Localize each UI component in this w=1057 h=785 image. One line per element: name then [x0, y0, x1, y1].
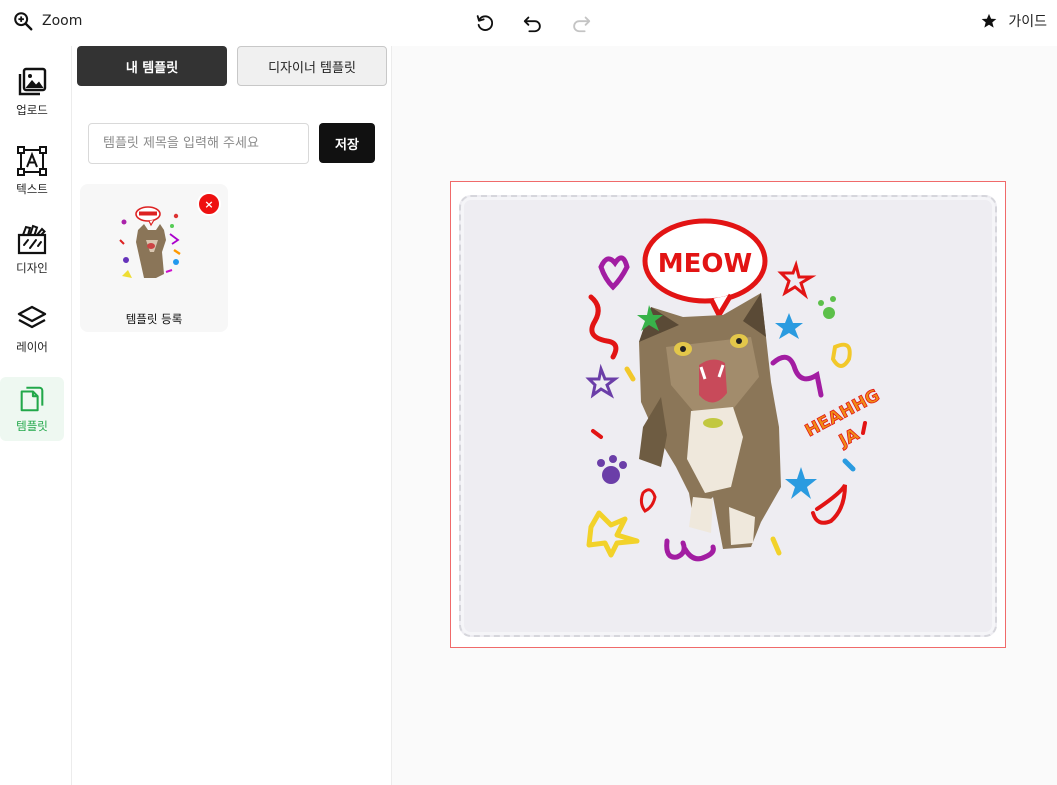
tab-designer-templates[interactable]: 디자이너 템플릿: [237, 46, 387, 86]
template-document-icon: [20, 386, 44, 412]
cat-illustration: [639, 293, 781, 549]
undo-icon: [523, 16, 541, 33]
guide-label: 가이드: [1008, 14, 1047, 30]
text-frame-icon: [17, 146, 47, 176]
sidebar-item-label: 레이어: [16, 340, 48, 354]
reset-icon: [476, 15, 494, 31]
sidebar-item-text[interactable]: 텍스트: [0, 139, 64, 203]
zoom-in-icon: [14, 12, 33, 31]
sidebar-item-layer[interactable]: 레이어: [0, 297, 64, 361]
redo-button[interactable]: [568, 10, 594, 36]
template-thumbnail: [119, 206, 181, 278]
reset-button[interactable]: [472, 10, 498, 36]
template-card[interactable]: × 템플릿 등록: [80, 184, 228, 332]
image-gallery-icon: [18, 67, 47, 96]
layers-icon: [17, 305, 47, 329]
side-text-bottom: JA: [835, 424, 863, 452]
zoom-button[interactable]: Zoom: [12, 10, 82, 32]
sidebar-rail: 업로드 텍스트 디자인 레이어 템플릿: [0, 46, 72, 785]
sidebar-item-label: 디자인: [16, 261, 48, 275]
sidebar-item-upload[interactable]: 업로드: [0, 60, 64, 124]
redo-icon: [573, 16, 591, 33]
tab-my-templates[interactable]: 내 템플릿: [77, 46, 227, 86]
template-panel: 내 템플릿 디자이너 템플릿 저장 × 템플릿 등록: [72, 46, 392, 785]
zoom-label: Zoom: [42, 13, 83, 29]
design-folder-icon: [17, 224, 47, 255]
speech-bubble: MEOW: [642, 218, 768, 318]
guide-button[interactable]: 가이드: [980, 11, 1047, 31]
cat-artwork[interactable]: MEOW HEAHHG JA: [461, 197, 999, 639]
save-button[interactable]: 저장: [319, 123, 375, 163]
sidebar-item-label: 템플릿: [16, 419, 48, 433]
sidebar-item-label: 업로드: [16, 103, 48, 117]
sidebar-item-label: 텍스트: [16, 182, 48, 196]
undo-button[interactable]: [520, 10, 546, 36]
top-toolbar: Zoom 가이드: [0, 0, 1057, 46]
delete-template-button[interactable]: ×: [197, 192, 221, 216]
star-icon: [982, 13, 997, 28]
sidebar-item-template[interactable]: 템플릿: [0, 377, 64, 441]
sidebar-item-design[interactable]: 디자인: [0, 218, 64, 282]
mouse-pad-mockup: MEOW HEAHHG JA: [459, 195, 997, 637]
template-card-label: 템플릿 등록: [125, 312, 183, 326]
speech-text: MEOW: [658, 249, 752, 279]
history-controls: [472, 10, 594, 36]
template-title-input[interactable]: [88, 123, 309, 164]
canvas-area: MEOW HEAHHG JA: [392, 46, 1057, 785]
artboard[interactable]: MEOW HEAHHG JA: [450, 181, 1006, 648]
